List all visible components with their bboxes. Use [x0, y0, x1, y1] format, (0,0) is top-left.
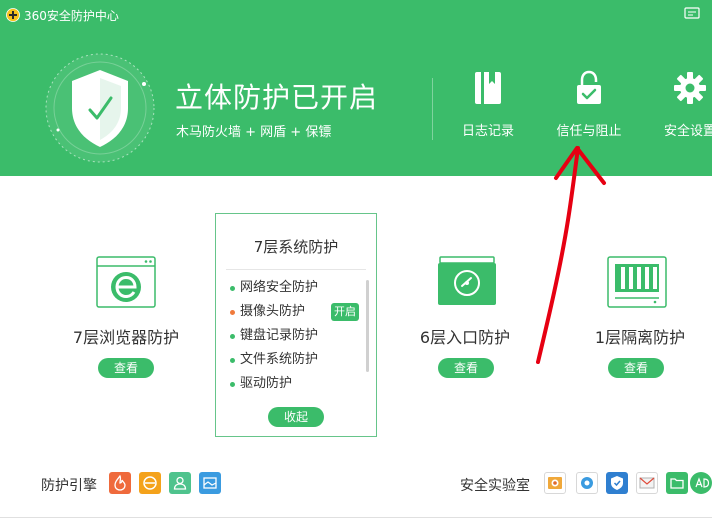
entry-view-button[interactable]: 查看 [438, 358, 494, 378]
protection-status-title: 立体防护已开启 [175, 81, 379, 114]
header-banner: 360安全防护中心 立体防护已开启 木马防火墙 + 网盾 + 保镖 日志记录 信… [0, 0, 712, 176]
app-title: 360安全防护中心 [24, 9, 119, 23]
bottom-border [0, 517, 712, 518]
lab-gear-icon[interactable] [576, 472, 598, 494]
browser-view-button[interactable]: 查看 [98, 358, 154, 378]
list-item: 文件系统防护 [228, 348, 368, 372]
list-item: 网络安全防护 [228, 276, 368, 300]
trust-block-label: 信任与阻止 [556, 124, 622, 139]
protection-engine-label: 防护引擎 [41, 478, 97, 494]
security-settings-button[interactable]: 安全设置 [650, 70, 712, 148]
panel-scrollbar[interactable] [366, 280, 369, 372]
engine-user-icon[interactable] [169, 472, 191, 494]
shield-check-icon [45, 53, 155, 163]
engine-image-icon[interactable] [199, 472, 221, 494]
protection-status-subtitle: 木马防火墙 + 网盾 + 保镖 [176, 125, 332, 140]
system-protection-title: 7层系统防护 [253, 238, 339, 256]
lab-folder-icon[interactable] [666, 472, 688, 494]
status-dot-on [230, 286, 235, 291]
list-item-label: 文件系统防护 [240, 352, 319, 367]
engine-browser-icon[interactable] [139, 472, 161, 494]
log-records-button[interactable]: 日志记录 [448, 70, 528, 148]
trust-block-button[interactable]: 信任与阻止 [549, 70, 629, 148]
entry-drive-icon [438, 256, 496, 305]
browser-protection-card: 7层浏览器防护 查看 [56, 250, 196, 380]
panel-divider [226, 269, 366, 270]
lab-mail-icon[interactable] [636, 472, 658, 494]
lab-photo-icon[interactable] [544, 472, 566, 494]
title-bar: 360安全防护中心 [0, 0, 712, 28]
gear-icon [674, 72, 706, 104]
system-protection-list: 网络安全防护 摄像头防护 开启 键盘记录防护 文件系统防护 驱动防护 [228, 276, 368, 396]
isolation-protection-title: 1层隔离防护 [594, 328, 686, 347]
lock-check-icon [577, 70, 601, 104]
entry-protection-card: 6层入口防护 查看 [400, 250, 530, 380]
status-dot-on [230, 358, 235, 363]
list-item-label: 网络安全防护 [240, 280, 319, 295]
collapse-button[interactable]: 收起 [268, 407, 324, 427]
browser-e-icon [96, 256, 156, 308]
360-logo-icon [6, 8, 20, 22]
entry-protection-title: 6层入口防护 [419, 328, 511, 347]
enable-camera-protection-button[interactable]: 开启 [331, 303, 359, 321]
engine-fire-icon[interactable] [109, 472, 131, 494]
list-item: 驱动防护 [228, 372, 368, 396]
list-item-label: 摄像头防护 [240, 304, 306, 319]
lab-shield-icon[interactable] [606, 472, 628, 494]
system-protection-panel: 7层系统防护 网络安全防护 摄像头防护 开启 键盘记录防护 文件系统防护 驱动防护… [215, 213, 377, 437]
browser-protection-title: 7层浏览器防护 [72, 328, 180, 347]
isolation-view-button[interactable]: 查看 [608, 358, 664, 378]
list-item-label: 键盘记录防护 [240, 328, 319, 343]
feedback-icon[interactable] [684, 7, 700, 21]
log-book-icon [475, 72, 501, 104]
security-settings-label: 安全设置 [663, 124, 712, 139]
isolation-protection-card: 1层隔离防护 查看 [580, 250, 700, 380]
list-item: 键盘记录防护 [228, 324, 368, 348]
status-dot-on [230, 334, 235, 339]
isolation-cabinet-icon [607, 256, 667, 308]
security-lab-label: 安全实验室 [460, 478, 530, 494]
status-dot-off [230, 310, 235, 315]
list-item-label: 驱动防护 [240, 376, 293, 391]
header-divider [432, 78, 433, 140]
log-records-label: 日志记录 [461, 124, 514, 139]
status-dot-on [230, 382, 235, 387]
lab-ad-icon[interactable] [690, 472, 712, 494]
list-item: 摄像头防护 开启 [228, 300, 368, 324]
